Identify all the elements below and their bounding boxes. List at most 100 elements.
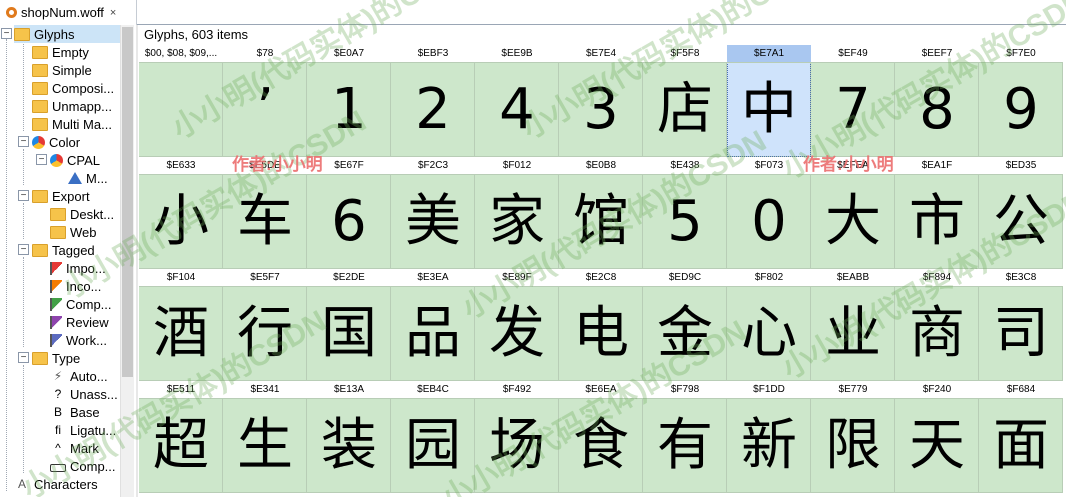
glyph-cell[interactable]: $F2C3 美 bbox=[391, 157, 475, 269]
glyph-panel: Glyphs, 603 items $00, $08, $09,... $78’ $… bbox=[139, 25, 1066, 497]
sidebar-item-desktop[interactable]: Deskt... bbox=[50, 205, 114, 223]
glyph-cell[interactable]: $00, $08, $09,... bbox=[139, 45, 223, 157]
glyph-cell[interactable]: $F104 酒 bbox=[139, 269, 223, 381]
sidebar-item-unassigned[interactable]: ? Unass... bbox=[50, 385, 118, 403]
glyph-cell[interactable]: $E67F 6 bbox=[307, 157, 391, 269]
glyph-cell[interactable]: $E5F7 行 bbox=[223, 269, 307, 381]
sidebar-item-label: Simple bbox=[52, 62, 92, 78]
glyph-grid: $00, $08, $09,... $78’ $E0A7 1 $EBF3 2 $EE9B 4 $… bbox=[139, 45, 1066, 497]
sidebar-item-work[interactable]: Work... bbox=[50, 331, 107, 349]
sidebar-item-automatic[interactable]: ⚡ Auto... bbox=[50, 367, 108, 385]
glyph-cell[interactable]: $EABB 业 bbox=[811, 269, 895, 381]
glyph-cell[interactable]: $E2DE 国 bbox=[307, 269, 391, 381]
collapse-toggle-tagged[interactable]: − bbox=[18, 244, 29, 255]
triangle-icon bbox=[68, 172, 82, 184]
glyph-code-label: $E341 bbox=[223, 381, 307, 399]
sidebar-item-empty[interactable]: Empty bbox=[32, 43, 89, 61]
tab-shopnum-woff[interactable]: shopNum.woff × bbox=[0, 0, 137, 25]
sidebar-item-simple[interactable]: Simple bbox=[32, 61, 92, 79]
glyph-preview: 限 bbox=[825, 413, 881, 478]
glyph-cell[interactable]: $78 ’ bbox=[223, 45, 307, 157]
glyph-cell[interactable]: $E438 5 bbox=[643, 157, 727, 269]
collapse-toggle-type[interactable]: − bbox=[18, 352, 29, 363]
glyph-cell[interactable]: $F894 商 bbox=[895, 269, 979, 381]
glyph-cell[interactable]: $ED9C 金 bbox=[643, 269, 727, 381]
pane-splitter[interactable] bbox=[136, 25, 138, 497]
collapse-toggle-color[interactable]: − bbox=[18, 136, 29, 147]
sidebar-item-export[interactable]: Export bbox=[32, 187, 90, 205]
folder-icon bbox=[32, 117, 48, 131]
glyph-cell[interactable]: $ED35 公 bbox=[979, 157, 1063, 269]
glyph-code-label: $E0B8 bbox=[559, 157, 643, 175]
sidebar-item-incomplete[interactable]: Inco... bbox=[50, 277, 101, 295]
glyph-cell[interactable]: $E3EA 品 bbox=[391, 269, 475, 381]
glyph-cell[interactable]: $E511 超 bbox=[139, 381, 223, 493]
glyph-code-label: $EABB bbox=[811, 269, 895, 287]
sidebar-item-review[interactable]: Review bbox=[50, 313, 109, 331]
sidebar-item-mark[interactable]: ^ Mark bbox=[50, 439, 99, 457]
sidebar-item-cpal[interactable]: CPAL bbox=[50, 151, 100, 169]
sidebar-item-type[interactable]: Type bbox=[32, 349, 80, 367]
glyph-cell[interactable]: $E7E4 3 bbox=[559, 45, 643, 157]
flag-icon bbox=[50, 333, 62, 347]
glyph-cell[interactable]: $F798 有 bbox=[643, 381, 727, 493]
glyph-cell[interactable]: $EEF7 8 bbox=[895, 45, 979, 157]
glyph-cell[interactable]: $E5DE 车 bbox=[223, 157, 307, 269]
glyph-cell[interactable]: $F1DD 新 bbox=[727, 381, 811, 493]
close-icon[interactable]: × bbox=[110, 7, 116, 19]
collapse-toggle-glyphs[interactable]: − bbox=[1, 28, 12, 39]
glyph-cell[interactable]: $EE9B 4 bbox=[475, 45, 559, 157]
sidebar-item-cpal-m[interactable]: M... bbox=[68, 169, 108, 187]
glyph-cell[interactable]: $EB4C 园 bbox=[391, 381, 475, 493]
glyph-preview: 业 bbox=[825, 301, 881, 366]
glyph-cell[interactable]: $F802 心 bbox=[727, 269, 811, 381]
sidebar-item-tagged[interactable]: Tagged bbox=[32, 241, 95, 259]
glyph-cell[interactable]: $F5F8 店 bbox=[643, 45, 727, 157]
sidebar-item-glyphs[interactable]: Glyphs bbox=[14, 25, 120, 43]
glyph-cell[interactable]: $E6EA 食 bbox=[559, 381, 643, 493]
glyph-cell[interactable]: $F684 面 bbox=[979, 381, 1063, 493]
tree-line bbox=[23, 257, 24, 347]
glyph-code-label: $E779 bbox=[811, 381, 895, 399]
glyph-cell[interactable]: $EBF3 2 bbox=[391, 45, 475, 157]
glyph-cell[interactable]: $F240 天 bbox=[895, 381, 979, 493]
sidebar-item-label: Ligatu... bbox=[70, 422, 117, 438]
sidebar-scrollbar-thumb[interactable] bbox=[122, 27, 133, 377]
glyph-cell[interactable]: $E2C8 电 bbox=[559, 269, 643, 381]
glyph-cell[interactable]: $E3C8 司 bbox=[979, 269, 1063, 381]
glyph-cell[interactable]: $E633 小 bbox=[139, 157, 223, 269]
glyph-cell[interactable]: $EA1F 市 bbox=[895, 157, 979, 269]
glyph-cell[interactable]: $E341 生 bbox=[223, 381, 307, 493]
sidebar-item-ligature[interactable]: fi Ligatu... bbox=[50, 421, 116, 439]
sidebar-item-characters[interactable]: A Characters bbox=[14, 475, 98, 493]
collapse-toggle-cpal[interactable]: − bbox=[36, 154, 47, 165]
sidebar-item-unmapped[interactable]: Unmapp... bbox=[32, 97, 112, 115]
glyph-preview: 商 bbox=[909, 301, 965, 366]
glyph-cell[interactable]: $F073 0 bbox=[727, 157, 811, 269]
glyph-cell[interactable]: $E89F 发 bbox=[475, 269, 559, 381]
sidebar-item-color[interactable]: Color bbox=[32, 133, 80, 151]
glyph-code-label: $EF49 bbox=[811, 45, 895, 63]
glyph-cell[interactable]: $E0B8 馆 bbox=[559, 157, 643, 269]
sidebar-item-complete[interactable]: Comp... bbox=[50, 295, 112, 313]
glyph-code-label: $F2C3 bbox=[391, 157, 475, 175]
collapse-toggle-export[interactable]: − bbox=[18, 190, 29, 201]
glyph-preview: 食 bbox=[573, 413, 629, 478]
sidebar-item-multi-master[interactable]: Multi Ma... bbox=[32, 115, 112, 133]
glyph-cell[interactable]: $E7A1 中 bbox=[727, 45, 811, 157]
glyph-cell[interactable]: $E779 限 bbox=[811, 381, 895, 493]
glyph-cell[interactable]: $F492 场 bbox=[475, 381, 559, 493]
glyph-cell[interactable]: $F7E0 9 bbox=[979, 45, 1063, 157]
sidebar-item-web[interactable]: Web bbox=[50, 223, 97, 241]
sidebar-item-label: Empty bbox=[52, 44, 89, 60]
glyph-cell[interactable]: $EFEA 大 bbox=[811, 157, 895, 269]
sidebar-item-composite[interactable]: Composi... bbox=[32, 79, 114, 97]
sidebar-item-important[interactable]: Impo... bbox=[50, 259, 106, 277]
glyph-preview: 3 bbox=[583, 77, 619, 142]
glyph-cell[interactable]: $EF49 7 bbox=[811, 45, 895, 157]
glyph-cell[interactable]: $F012 家 bbox=[475, 157, 559, 269]
glyph-cell[interactable]: $E13A 装 bbox=[307, 381, 391, 493]
sidebar-item-component[interactable]: Comp... bbox=[50, 457, 116, 475]
sidebar-item-base[interactable]: B Base bbox=[50, 403, 100, 421]
glyph-cell[interactable]: $E0A7 1 bbox=[307, 45, 391, 157]
